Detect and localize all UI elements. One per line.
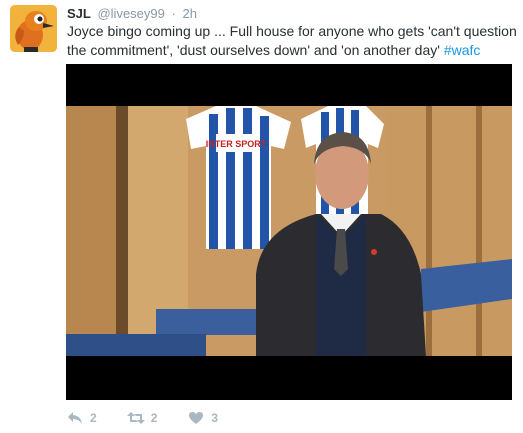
video-frame: INTER SPORT (66, 64, 512, 400)
hashtag-link[interactable]: #wafc (444, 42, 481, 58)
video-media[interactable]: INTER SPORT (66, 64, 512, 400)
jersey-sponsor: INTER SPORT (206, 139, 267, 149)
timestamp[interactable]: 2h (182, 6, 196, 21)
reply-icon (66, 410, 84, 426)
tweet-header: SJL @livesey99 · 2h (67, 6, 197, 22)
author-handle[interactable]: @livesey99 (97, 6, 164, 21)
retweet-icon (126, 410, 145, 426)
separator-dot: · (171, 6, 176, 21)
video-still: INTER SPORT (66, 106, 512, 356)
tweet-actions: 2 2 3 (66, 408, 248, 428)
like-count: 3 (211, 411, 219, 425)
author-name[interactable]: SJL (67, 6, 91, 21)
like-button[interactable]: 3 (187, 410, 218, 426)
retweet-button[interactable]: 2 (126, 410, 158, 426)
reply-button[interactable]: 2 (66, 410, 97, 426)
retweet-count: 2 (150, 411, 158, 425)
avatar[interactable] (10, 5, 57, 52)
tweet[interactable]: SJL @livesey99 · 2h Joyce bingo coming u… (0, 0, 523, 433)
tweet-text: Joyce bingo coming up ... Full house for… (67, 22, 517, 60)
heart-icon (187, 410, 205, 426)
reply-count: 2 (90, 411, 97, 425)
cartoon-bird-avatar-icon (10, 5, 57, 52)
